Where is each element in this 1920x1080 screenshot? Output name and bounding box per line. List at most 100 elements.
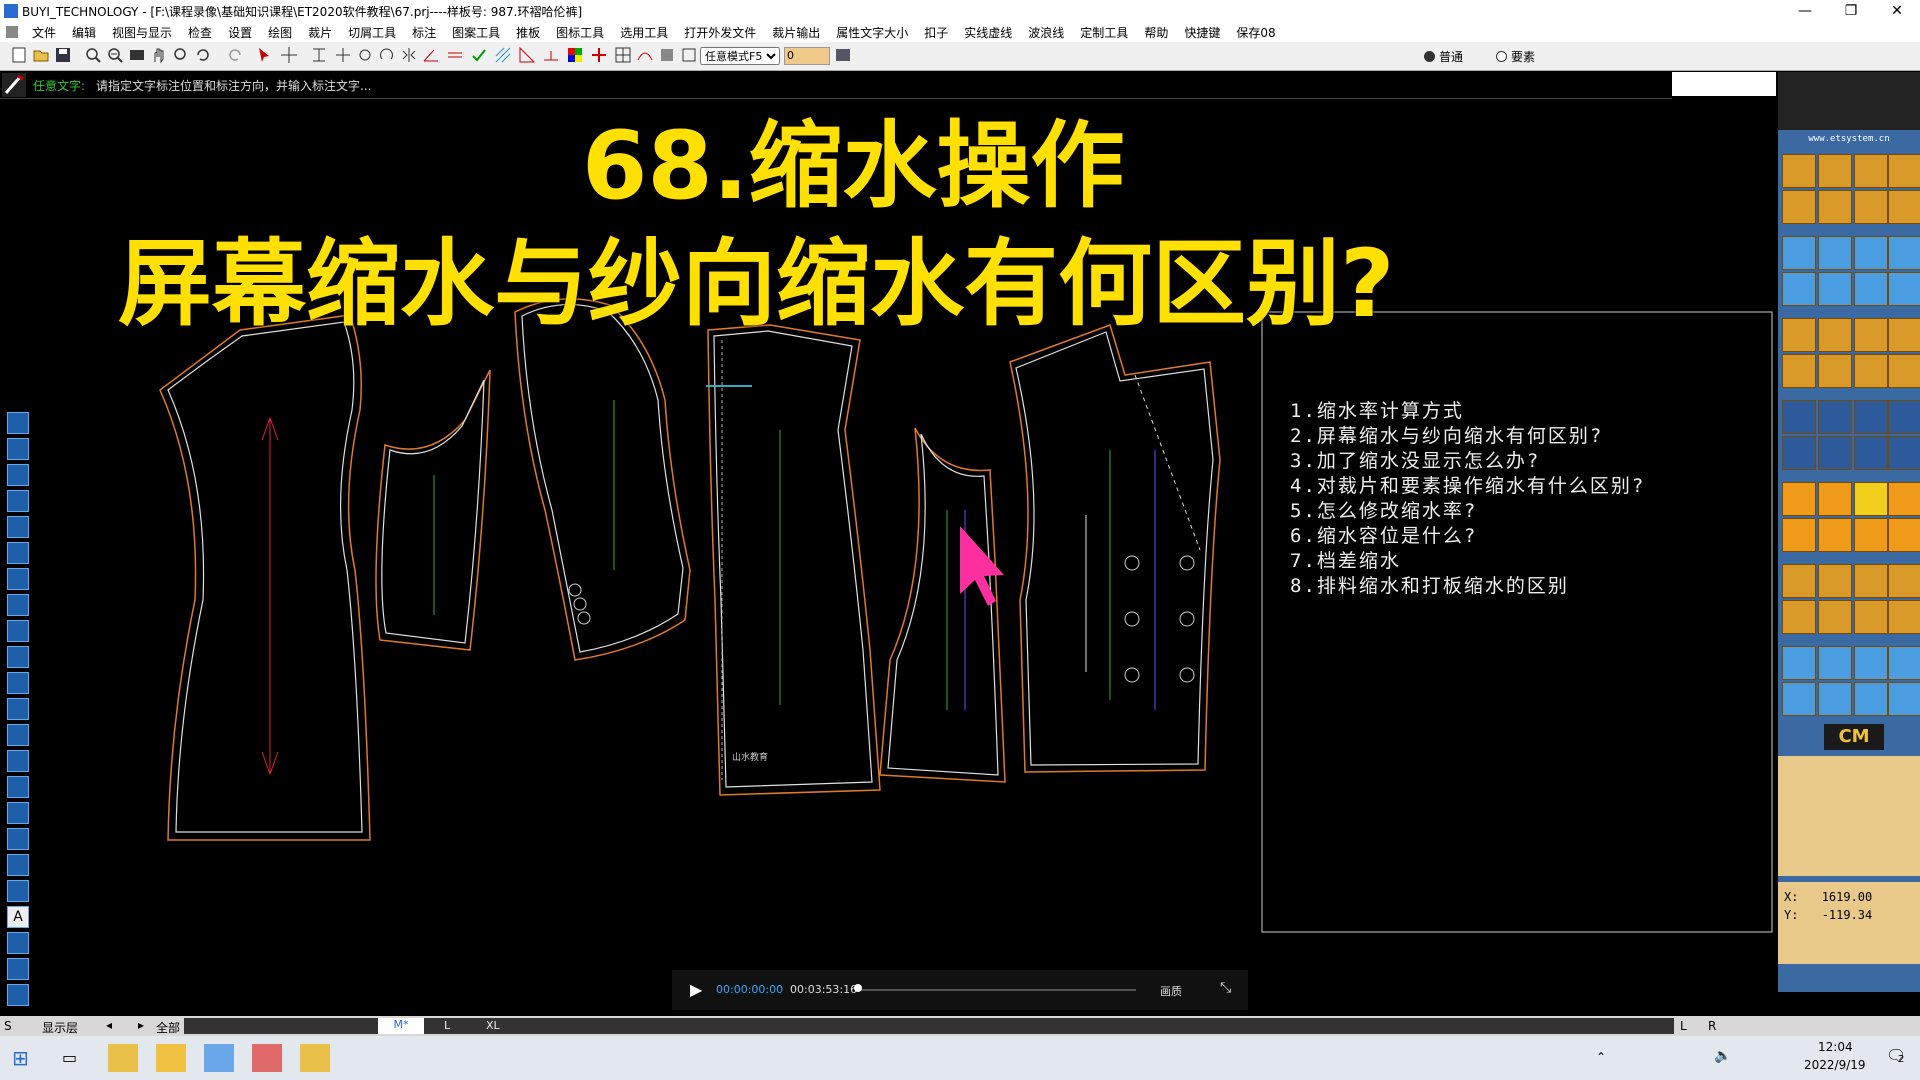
- rt-tool-18-icon[interactable]: [1818, 318, 1852, 352]
- select-arrow-icon[interactable]: [256, 46, 274, 64]
- zoom-out-icon[interactable]: [84, 46, 102, 64]
- tool-extra-icon[interactable]: [7, 984, 29, 1006]
- size-tab-m[interactable]: M*: [378, 1018, 424, 1034]
- tool-dart-icon[interactable]: [7, 776, 29, 798]
- rt-tool-41-icon[interactable]: [1782, 564, 1816, 598]
- volume-icon[interactable]: 🔈: [1714, 1048, 1731, 1064]
- grid-icon[interactable]: [614, 46, 632, 64]
- rt-tool-16-icon[interactable]: [1888, 272, 1920, 306]
- rt-tool-43-icon[interactable]: [1854, 564, 1888, 598]
- tool-shape-icon[interactable]: [7, 620, 29, 642]
- status-s[interactable]: S: [4, 1019, 12, 1033]
- pattern-piece-2[interactable]: [375, 369, 491, 651]
- size-tab-xl[interactable]: XL: [486, 1019, 500, 1032]
- pan-hand-icon[interactable]: [150, 46, 168, 64]
- system-menu-icon[interactable]: [6, 26, 18, 38]
- status-right-arrow-icon[interactable]: ▸: [138, 1018, 144, 1032]
- tool-rect-icon[interactable]: [7, 542, 29, 564]
- measure-icon[interactable]: [310, 46, 328, 64]
- menu-grading[interactable]: 推板: [508, 24, 548, 41]
- tool-diagonal-icon[interactable]: [7, 698, 29, 720]
- rt-tool-3-icon[interactable]: [1854, 154, 1888, 188]
- rt-tool-47-icon[interactable]: [1854, 600, 1888, 634]
- tool-ruler-icon[interactable]: [7, 880, 29, 902]
- tool-pleat-icon[interactable]: [7, 802, 29, 824]
- rt-tool-12-icon[interactable]: [1888, 236, 1920, 270]
- tool-slope-icon[interactable]: [7, 646, 29, 668]
- rt-tool-44-icon[interactable]: [1888, 564, 1920, 598]
- triangle-ruler-icon[interactable]: [518, 46, 536, 64]
- task-view-icon[interactable]: ▭: [62, 1048, 77, 1067]
- rt-tool-9-icon[interactable]: [1782, 236, 1816, 270]
- menu-edit[interactable]: 编辑: [64, 24, 104, 41]
- tool-angle-icon[interactable]: [7, 490, 29, 512]
- rt-tool-45-icon[interactable]: [1782, 600, 1816, 634]
- radio-element[interactable]: 要素: [1496, 48, 1535, 65]
- status-layer[interactable]: 显示层: [42, 1019, 78, 1036]
- rt-tool-37-icon[interactable]: [1782, 518, 1816, 552]
- taskbar-app-3-icon[interactable]: [204, 1044, 234, 1072]
- clock-date[interactable]: 2022/9/19: [1804, 1058, 1866, 1072]
- rt-tool-15-icon[interactable]: [1854, 272, 1888, 306]
- menu-shortcuts[interactable]: 快捷键: [1176, 24, 1228, 41]
- notch-icon[interactable]: [542, 46, 560, 64]
- rt-tool-55-icon[interactable]: [1854, 682, 1888, 716]
- rt-tool-13-icon[interactable]: [1782, 272, 1816, 306]
- pattern-piece-6[interactable]: [1009, 324, 1221, 773]
- zoom-in-icon[interactable]: [106, 46, 124, 64]
- rt-tool-39-icon[interactable]: [1854, 518, 1888, 552]
- rt-tool-33-icon[interactable]: [1782, 482, 1816, 516]
- menu-piece-output[interactable]: 裁片输出: [764, 24, 828, 41]
- settings-icon[interactable]: [680, 46, 698, 64]
- rt-tool-10-icon[interactable]: [1818, 236, 1852, 270]
- axis-icon[interactable]: [590, 46, 608, 64]
- taskbar-app-1-icon[interactable]: [108, 1044, 138, 1072]
- tool-fill-icon[interactable]: [7, 932, 29, 954]
- rt-tool-1-icon[interactable]: [1782, 154, 1816, 188]
- rt-tool-23-icon[interactable]: [1854, 354, 1888, 388]
- tool-split-icon[interactable]: [7, 516, 29, 538]
- rt-tool-52-icon[interactable]: [1888, 646, 1920, 680]
- menu-wave-line[interactable]: 波浪线: [1020, 24, 1072, 41]
- open-folder-icon[interactable]: [32, 46, 50, 64]
- rt-tool-48-icon[interactable]: [1888, 600, 1920, 634]
- menu-open-external[interactable]: 打开外发文件: [676, 24, 764, 41]
- pattern-piece-3[interactable]: [514, 298, 691, 661]
- tool-line-icon[interactable]: [7, 464, 29, 486]
- redo-icon[interactable]: [226, 46, 244, 64]
- play-icon[interactable]: ▶: [690, 980, 702, 999]
- video-progress-track[interactable]: [856, 989, 1136, 991]
- rt-tool-35-icon[interactable]: [1854, 482, 1888, 516]
- rt-tool-42-icon[interactable]: [1818, 564, 1852, 598]
- fullscreen-icon[interactable]: ⤡: [1220, 980, 1231, 996]
- mode-select[interactable]: 任意模式F5: [700, 47, 780, 65]
- fit-screen-icon[interactable]: [128, 46, 146, 64]
- tool-fold-icon[interactable]: [7, 828, 29, 850]
- tool-pen-icon[interactable]: [7, 412, 29, 434]
- hatch-icon[interactable]: [494, 46, 512, 64]
- rt-tool-19-icon[interactable]: [1854, 318, 1888, 352]
- tool-help-icon[interactable]: [7, 594, 29, 616]
- rt-tool-14-icon[interactable]: [1818, 272, 1852, 306]
- rt-tool-26-icon[interactable]: [1818, 400, 1852, 434]
- menu-text-size[interactable]: 属性文字大小: [828, 24, 916, 41]
- rt-tool-49-icon[interactable]: [1782, 646, 1816, 680]
- video-progress-knob[interactable]: [854, 984, 862, 992]
- pattern-piece-5[interactable]: [879, 427, 1006, 783]
- rt-tool-8-icon[interactable]: [1888, 190, 1920, 224]
- menu-cut-tools[interactable]: 切屑工具: [340, 24, 404, 41]
- rt-tool-30-icon[interactable]: [1818, 436, 1852, 470]
- save-icon[interactable]: [54, 46, 72, 64]
- video-quality-button[interactable]: 画质: [1160, 983, 1182, 999]
- new-file-icon[interactable]: [10, 46, 28, 64]
- file-explorer-icon[interactable]: [156, 1044, 186, 1072]
- rt-tool-4-icon[interactable]: [1888, 154, 1920, 188]
- menu-custom-tools[interactable]: 定制工具: [1072, 24, 1136, 41]
- menu-piece[interactable]: 裁片: [300, 24, 340, 41]
- rt-tool-53-icon[interactable]: [1782, 682, 1816, 716]
- menu-draw[interactable]: 绘图: [260, 24, 300, 41]
- mirror-icon[interactable]: [400, 46, 418, 64]
- tray-chevron-icon[interactable]: ⌃: [1596, 1050, 1606, 1064]
- rt-tool-54-icon[interactable]: [1818, 682, 1852, 716]
- rt-tool-56-icon[interactable]: [1888, 682, 1920, 716]
